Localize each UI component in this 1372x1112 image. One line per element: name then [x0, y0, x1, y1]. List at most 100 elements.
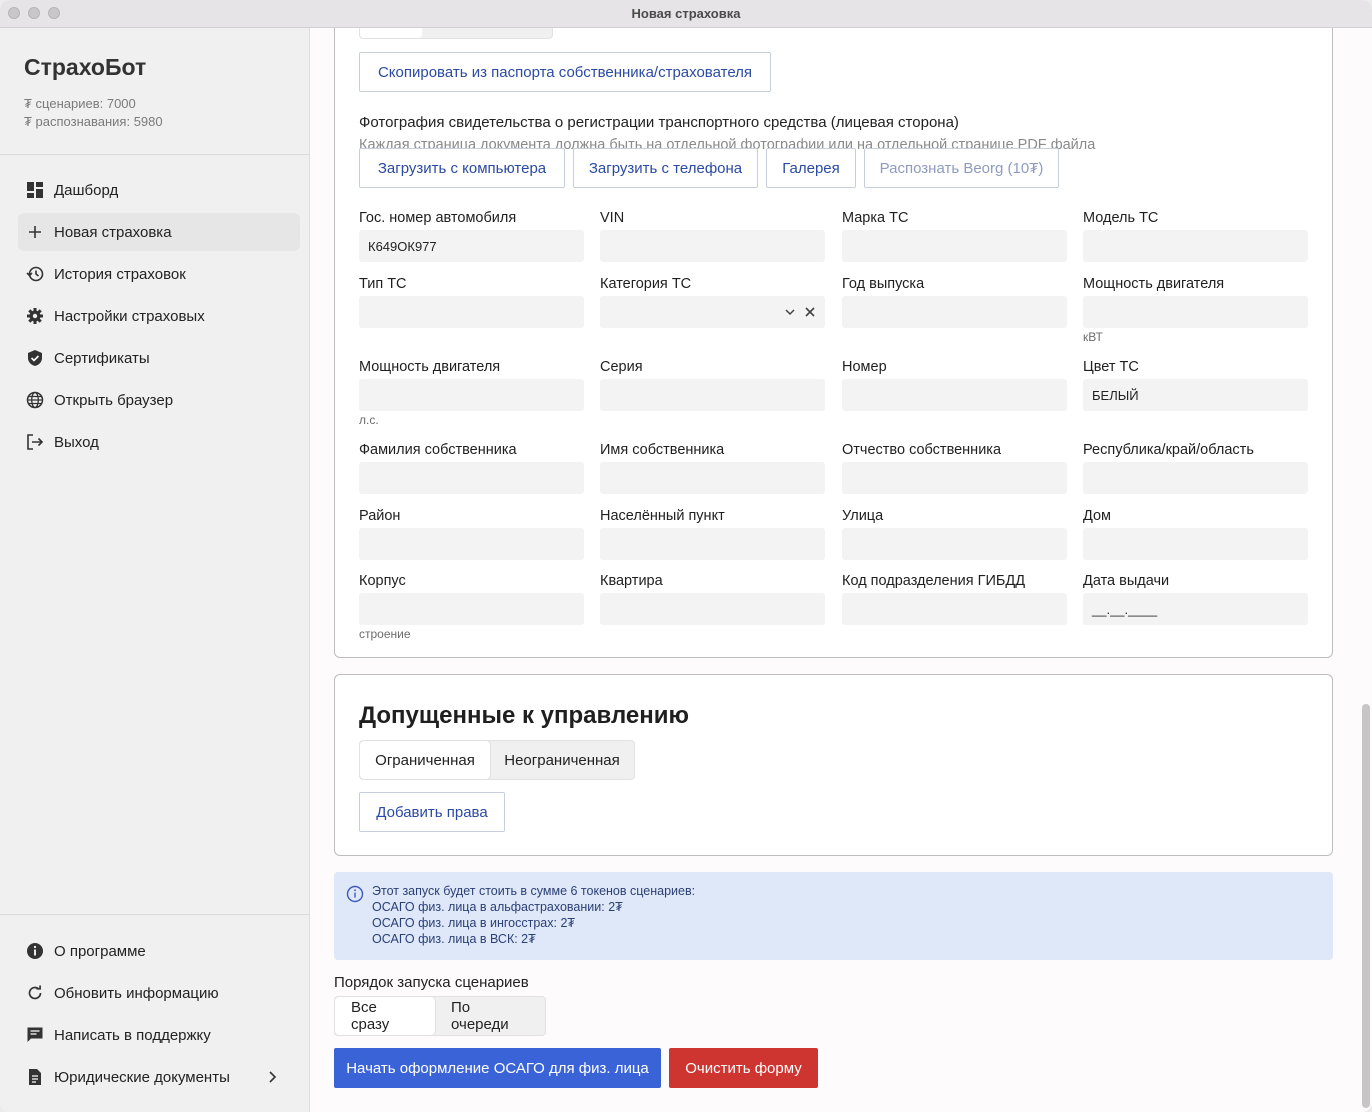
sequential-option[interactable]: По очереди — [435, 997, 545, 1035]
field-label-district: Район — [359, 508, 401, 524]
sidebar-item-label: Обновить информацию — [54, 984, 219, 1002]
power-kw-unit: кВТ — [1083, 330, 1103, 344]
sidebar-item-dashboard[interactable]: Дашборд — [18, 171, 300, 209]
field-label-year: Год выпуска — [842, 276, 925, 292]
sidebar-item-legal-docs[interactable]: Юридические документы — [18, 1058, 300, 1096]
cost-info-line: Этот запуск будет стоить в сумме 6 токен… — [372, 884, 696, 898]
cost-info-box: Этот запуск будет стоить в сумме 6 токен… — [334, 872, 1333, 960]
building-field[interactable] — [359, 593, 584, 625]
sidebar-item-certificates[interactable]: Сертификаты — [18, 339, 300, 377]
document-icon — [26, 1068, 44, 1086]
field-label-house: Дом — [1083, 508, 1112, 524]
gallery-button[interactable]: Галерея — [766, 148, 856, 188]
chat-icon — [26, 1026, 44, 1044]
vehicle-color-field[interactable]: БЕЛЫЙ — [1083, 379, 1308, 411]
start-osago-button[interactable]: Начать оформление ОСАГО для физ. лица — [334, 1048, 661, 1088]
sidebar-item-logout[interactable]: Выход — [18, 423, 300, 461]
sidebar-divider — [0, 154, 309, 155]
sidebar-item-open-browser[interactable]: Открыть браузер — [18, 381, 300, 419]
window-title: Новая страховка — [631, 6, 741, 21]
owner-patronymic-field[interactable] — [842, 462, 1067, 494]
district-field[interactable] — [359, 528, 584, 560]
unlimited-option[interactable]: Неограниченная — [490, 741, 634, 779]
history-icon — [26, 265, 44, 283]
segment-control-partial[interactable] — [359, 28, 553, 39]
gibdd-code-field[interactable] — [842, 593, 1067, 625]
region-field[interactable] — [1083, 462, 1308, 494]
vin-field[interactable] — [600, 230, 825, 262]
field-label-type: Тип ТС — [359, 276, 407, 292]
engine-power-hp-field[interactable] — [359, 379, 584, 411]
logout-icon — [26, 433, 44, 451]
vehicle-type-field[interactable] — [359, 296, 584, 328]
app-brand: СтрахоБот — [24, 54, 147, 80]
field-label-power-kw: Мощность двигателя — [1083, 276, 1225, 292]
drivers-card: Допущенные к управлению Ограниченная Нео… — [334, 674, 1333, 856]
owner-last-name-field[interactable] — [359, 462, 584, 494]
field-label-locality: Населённый пункт — [600, 508, 725, 524]
field-label-series: Серия — [600, 359, 643, 375]
field-label-gibdd-code: Код подразделения ГИБДД — [842, 573, 1026, 589]
field-label-apartment: Квартира — [600, 573, 663, 589]
sidebar-item-new-insurance[interactable]: Новая страховка — [18, 213, 300, 251]
zoom-window-button[interactable] — [48, 7, 60, 19]
sidebar-item-label: Юридические документы — [54, 1068, 230, 1086]
cost-info-line: ОСАГО физ. лица в альфастраховании: 2₮ — [372, 900, 623, 914]
sidebar-item-label: Открыть браузер — [54, 391, 174, 409]
apartment-field[interactable] — [600, 593, 825, 625]
sidebar-item-about[interactable]: О программе — [18, 932, 300, 970]
clear-icon[interactable] — [804, 306, 816, 318]
run-order-toggle: Все сразу По очереди — [334, 996, 546, 1036]
number-field[interactable] — [842, 379, 1067, 411]
gear-icon — [26, 307, 44, 325]
house-field[interactable] — [1083, 528, 1308, 560]
copy-from-passport-button[interactable]: Скопировать из паспорта собственника/стр… — [359, 52, 771, 92]
power-hp-unit: л.с. — [359, 413, 379, 427]
plate-number-field[interactable]: К649ОК977 — [359, 230, 584, 262]
sidebar-item-label: Написать в поддержку — [54, 1026, 211, 1044]
limited-option[interactable]: Ограниченная — [360, 741, 490, 779]
app-window: Новая страховка СтрахоБот ₮ сценариев: 7… — [0, 0, 1372, 1112]
sidebar-item-label: Дашборд — [54, 181, 119, 199]
recognize-beorg-button[interactable]: Распознать Beorg (10₮) — [864, 148, 1059, 188]
engine-power-kw-field[interactable] — [1083, 296, 1308, 328]
series-field[interactable] — [600, 379, 825, 411]
all-at-once-option[interactable]: Все сразу — [335, 997, 435, 1035]
sidebar-item-insurer-settings[interactable]: Настройки страховых — [18, 297, 300, 335]
vehicle-model-field[interactable] — [1083, 230, 1308, 262]
dashboard-icon — [26, 181, 44, 199]
upload-from-phone-button[interactable]: Загрузить с телефона — [573, 148, 758, 188]
sidebar-item-refresh[interactable]: Обновить информацию — [18, 974, 300, 1012]
vehicle-make-field[interactable] — [842, 230, 1067, 262]
field-label-vin: VIN — [600, 210, 625, 226]
sidebar-divider — [0, 914, 309, 915]
upload-from-computer-button[interactable]: Загрузить с компьютера — [359, 148, 565, 188]
scrollbar-thumb[interactable] — [1362, 704, 1370, 1108]
cost-info-line: ОСАГО физ. лица в ВСК: 2₮ — [372, 932, 536, 946]
issue-date-field[interactable]: __.__.____ — [1083, 593, 1308, 625]
year-field[interactable] — [842, 296, 1067, 328]
minimize-window-button[interactable] — [28, 7, 40, 19]
vehicle-category-select[interactable] — [600, 296, 825, 328]
field-label-plate: Гос. номер автомобиля — [359, 210, 517, 226]
sidebar-item-label: Выход — [54, 433, 99, 451]
scenario-tokens: ₮ сценариев: 7000 — [24, 96, 136, 111]
building-sub-label: строение — [359, 627, 411, 641]
sidebar-item-support[interactable]: Написать в поддержку — [18, 1016, 300, 1054]
field-label-owner-first-name: Имя собственника — [600, 442, 725, 458]
info-icon — [346, 885, 364, 903]
locality-field[interactable] — [600, 528, 825, 560]
clear-form-button[interactable]: Очистить форму — [669, 1048, 818, 1088]
shield-icon — [26, 349, 44, 367]
field-label-make: Марка ТС — [842, 210, 909, 226]
drivers-mode-toggle: Ограниченная Неограниченная — [359, 740, 635, 780]
sidebar-item-label: История страховок — [54, 265, 186, 283]
street-field[interactable] — [842, 528, 1067, 560]
sidebar-item-history[interactable]: История страховок — [18, 255, 300, 293]
field-label-owner-patronymic: Отчество собственника — [842, 442, 1002, 458]
owner-first-name-field[interactable] — [600, 462, 825, 494]
chevron-down-icon[interactable] — [784, 306, 796, 318]
window-controls — [8, 7, 60, 19]
add-license-button[interactable]: Добавить права — [359, 792, 505, 832]
close-window-button[interactable] — [8, 7, 20, 19]
